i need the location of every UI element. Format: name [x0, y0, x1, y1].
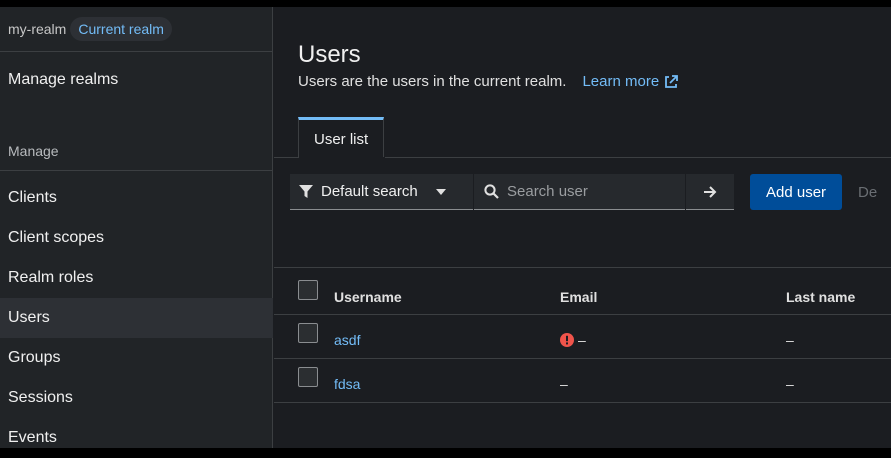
sidebar-item-realm-roles[interactable]: Realm roles: [0, 258, 273, 298]
sidebar-item-users[interactable]: Users: [0, 298, 273, 338]
filter-icon: [299, 184, 313, 198]
select-all-checkbox[interactable]: [298, 280, 318, 300]
learn-more-link[interactable]: Learn more: [582, 73, 679, 90]
nav-list: Clients Client scopes Realm roles Users …: [0, 178, 273, 458]
column-header-last-name: Last name: [786, 289, 856, 305]
sidebar-item-client-scopes[interactable]: Client scopes: [0, 218, 273, 258]
search-box: [474, 174, 685, 210]
nav-manage-realms[interactable]: Manage realms: [0, 52, 272, 108]
toolbar: Default search Add user De: [290, 174, 877, 210]
realm-name: my-realm: [8, 21, 67, 37]
table-row: fdsa – –: [274, 359, 891, 403]
users-table: Username Email Last name asdf – – fdsa –…: [274, 267, 891, 403]
sidebar-item-sessions[interactable]: Sessions: [0, 378, 273, 418]
caret-down-icon: [435, 188, 446, 195]
app-window: my-realm Current realm Manage realms Man…: [0, 7, 891, 448]
column-header-email: Email: [560, 289, 598, 305]
search-submit-button[interactable]: [686, 174, 734, 210]
search-user-input[interactable]: [507, 183, 677, 200]
current-realm-badge: Current realm: [70, 17, 172, 41]
table-row: asdf – –: [274, 315, 891, 359]
last-name-cell: –: [786, 332, 794, 348]
last-name-cell: –: [786, 376, 794, 392]
external-link-icon: [665, 74, 679, 88]
exclamation-circle-icon: [560, 333, 574, 347]
email-value: –: [578, 332, 586, 348]
email-cell: –: [560, 332, 586, 348]
tab-user-list[interactable]: User list: [298, 117, 385, 158]
page-description: Users are the users in the current realm…: [298, 73, 679, 90]
column-header-username[interactable]: Username: [334, 289, 402, 305]
search-icon: [484, 184, 499, 199]
sidebar-item-clients[interactable]: Clients: [0, 178, 273, 218]
search-type-dropdown[interactable]: Default search: [290, 174, 473, 210]
sidebar: my-realm Current realm Manage realms Man…: [0, 7, 273, 448]
row-checkbox[interactable]: [298, 323, 318, 343]
delete-user-button[interactable]: De: [858, 184, 877, 201]
active-tab-cover: [299, 157, 385, 159]
learn-more-label: Learn more: [582, 73, 660, 90]
nav-section-manage: Manage: [8, 143, 59, 159]
realm-selector[interactable]: my-realm Current realm: [0, 7, 272, 52]
nav-divider: [0, 170, 273, 171]
email-cell: –: [560, 376, 568, 392]
add-user-button[interactable]: Add user: [750, 174, 843, 210]
username-link[interactable]: asdf: [334, 332, 360, 348]
sidebar-item-events[interactable]: Events: [0, 418, 273, 458]
tabs-bar: User list: [274, 117, 891, 158]
sidebar-item-groups[interactable]: Groups: [0, 338, 273, 378]
arrow-right-icon: [704, 185, 717, 198]
row-checkbox[interactable]: [298, 367, 318, 387]
table-header: Username Email Last name: [274, 267, 891, 315]
username-link[interactable]: fdsa: [334, 376, 360, 392]
page-description-text: Users are the users in the current realm…: [298, 73, 567, 90]
page-title: Users: [298, 41, 361, 68]
main-content: Users Users are the users in the current…: [274, 7, 891, 448]
search-type-label: Default search: [321, 183, 418, 200]
